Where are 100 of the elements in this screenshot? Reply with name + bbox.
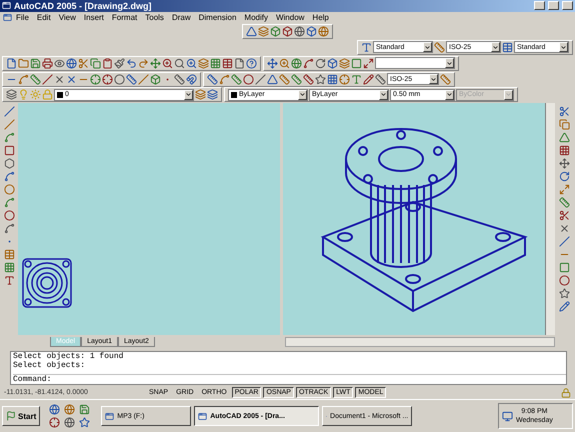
circle-icon[interactable] <box>243 74 254 85</box>
spline-icon[interactable] <box>18 74 29 85</box>
table-icon[interactable] <box>502 42 513 53</box>
menu-item[interactable]: Modify <box>240 13 272 22</box>
spline-icon[interactable] <box>219 74 230 85</box>
scissors-icon[interactable] <box>558 210 570 221</box>
circle-icon[interactable] <box>114 74 125 85</box>
type-icon[interactable] <box>351 74 362 85</box>
circle-icon[interactable] <box>558 274 570 286</box>
menu-item[interactable]: Window <box>272 13 308 22</box>
copy-icon[interactable] <box>558 118 570 130</box>
monitor-icon[interactable] <box>502 410 513 422</box>
menu-item[interactable]: Format <box>108 13 142 22</box>
copy-icon[interactable] <box>90 58 101 69</box>
x-icon[interactable] <box>66 74 77 85</box>
file-icon[interactable] <box>234 58 245 69</box>
menu-item[interactable]: Help <box>308 13 333 22</box>
globe-icon[interactable] <box>66 58 77 69</box>
star-icon[interactable] <box>79 417 90 428</box>
ruler-icon[interactable] <box>207 74 218 85</box>
target-icon[interactable] <box>102 74 113 85</box>
zoom-icon[interactable] <box>162 58 173 69</box>
slash-icon[interactable] <box>4 106 14 117</box>
square-icon[interactable] <box>351 58 362 69</box>
layers-icon[interactable] <box>6 89 17 100</box>
layers-icon[interactable] <box>207 89 218 100</box>
globe-icon[interactable] <box>49 404 60 416</box>
clipboard-icon[interactable] <box>102 58 113 69</box>
grid-icon[interactable] <box>210 58 221 69</box>
grid-icon[interactable] <box>558 144 570 156</box>
ruler-icon[interactable] <box>440 74 451 85</box>
globe-icon[interactable] <box>64 404 76 416</box>
move-icon[interactable] <box>150 58 161 69</box>
menu-item[interactable]: File <box>12 13 33 22</box>
ruler-icon[interactable] <box>303 74 314 85</box>
table-icon[interactable] <box>4 248 14 260</box>
magnet-icon[interactable] <box>186 74 197 85</box>
maximize-icon[interactable] <box>363 58 374 69</box>
globe-icon[interactable] <box>294 26 305 38</box>
target-icon[interactable] <box>90 74 101 85</box>
cube-icon[interactable] <box>270 26 281 38</box>
command-window[interactable]: Select objects: 1 found Select objects: Command: <box>10 350 567 385</box>
eye-icon[interactable] <box>54 58 65 69</box>
globe-icon[interactable] <box>291 58 302 69</box>
spline-icon[interactable] <box>4 170 14 182</box>
scissors-icon[interactable] <box>558 106 570 117</box>
rotate-icon[interactable] <box>558 170 570 182</box>
zoom-icon[interactable] <box>186 58 197 69</box>
menu-item[interactable]: View <box>54 13 80 22</box>
ruler-icon[interactable] <box>30 74 41 85</box>
hexagon-icon[interactable] <box>4 158 14 169</box>
cube-icon[interactable] <box>282 26 293 38</box>
redo-icon[interactable] <box>138 58 149 69</box>
menu-item[interactable]: Insert <box>80 13 108 22</box>
x-icon[interactable] <box>558 222 570 234</box>
menu-item[interactable]: Dimension <box>194 13 240 22</box>
globe-icon[interactable] <box>318 26 329 38</box>
layers-icon[interactable] <box>258 26 269 38</box>
star-icon[interactable] <box>315 74 326 85</box>
globe-icon[interactable] <box>64 417 76 428</box>
slash-icon[interactable] <box>255 74 266 85</box>
close-button[interactable] <box>562 1 573 10</box>
target-icon[interactable] <box>49 417 60 428</box>
printer-icon[interactable] <box>42 58 53 69</box>
maximize-button[interactable] <box>548 1 559 10</box>
menu-item[interactable]: Draw <box>168 13 195 22</box>
spline-icon[interactable] <box>4 222 14 234</box>
layers-icon[interactable] <box>339 58 350 69</box>
menu-item[interactable]: Tools <box>141 13 168 22</box>
scroll-bar[interactable] <box>545 102 555 336</box>
undo-icon[interactable] <box>126 58 137 69</box>
file-icon[interactable] <box>6 58 17 69</box>
brush-icon[interactable] <box>114 58 125 69</box>
grid-icon[interactable] <box>4 262 14 273</box>
triangle-icon[interactable] <box>558 132 570 143</box>
spline-icon[interactable] <box>303 58 314 69</box>
slash-icon[interactable] <box>42 74 53 85</box>
save-icon[interactable] <box>30 58 41 69</box>
ruler-icon[interactable] <box>434 42 445 53</box>
spline-icon[interactable] <box>4 132 14 143</box>
search-icon[interactable] <box>174 58 185 69</box>
menu-item[interactable]: Edit <box>32 13 55 22</box>
slash-icon[interactable] <box>138 74 149 85</box>
ruler-icon[interactable] <box>279 74 290 85</box>
save-icon[interactable] <box>79 404 90 416</box>
minimize-button[interactable] <box>534 1 545 10</box>
cube-icon[interactable] <box>150 74 161 85</box>
ruler-icon[interactable] <box>291 74 302 85</box>
circle-icon[interactable] <box>4 210 14 221</box>
pencil-icon[interactable] <box>363 74 374 85</box>
ruler-icon[interactable] <box>126 74 137 85</box>
triangle-icon[interactable] <box>267 74 278 85</box>
pencil-icon[interactable] <box>558 300 570 312</box>
type-icon[interactable] <box>361 42 372 53</box>
layers-icon[interactable] <box>195 89 206 100</box>
move-icon[interactable] <box>558 158 570 169</box>
spline-icon[interactable] <box>4 196 14 208</box>
layers-icon[interactable] <box>198 58 209 69</box>
maximize-icon[interactable] <box>558 184 570 195</box>
scissors-icon[interactable] <box>78 58 89 69</box>
